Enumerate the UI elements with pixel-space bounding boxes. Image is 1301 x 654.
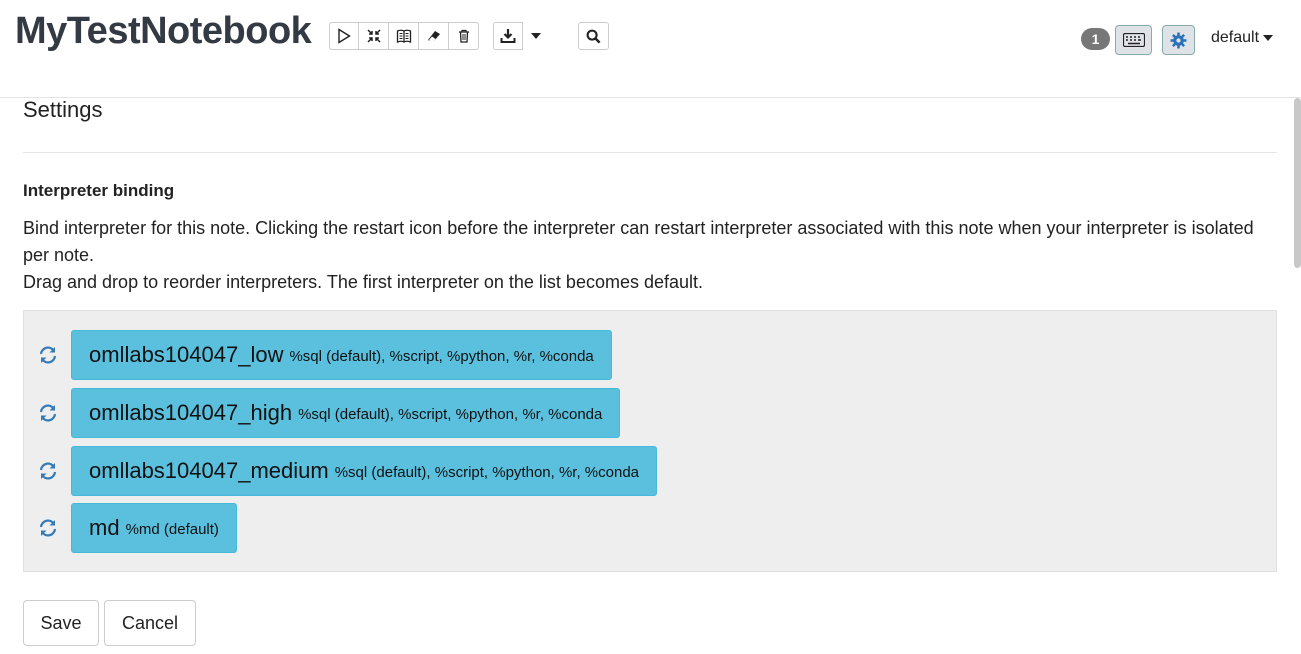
search-icon [586,29,601,43]
keyboard-shortcuts-button[interactable] [1115,25,1152,55]
settings-panel: Settings Interpreter binding Bind interp… [23,97,1277,654]
search-button[interactable] [578,22,609,50]
save-button[interactable]: Save [23,600,99,646]
run-all-icon [338,28,351,44]
notebook-header: MyTestNotebook 1 default [0,0,1301,98]
restart-icon[interactable] [37,344,59,366]
description-line: Bind interpreter for this note. Clicking… [23,218,1254,265]
delete-note-button[interactable] [449,22,479,50]
description-line: Drag and drop to reorder interpreters. T… [23,272,704,292]
note-settings-button[interactable] [1162,25,1195,55]
user-menu-label: default [1211,29,1260,46]
interpreter-langs: %sql (default), %script, %python, %r, %c… [289,348,594,365]
export-button[interactable] [493,22,523,50]
interpreter-name: omllabs104047_high [89,400,293,425]
restart-icon[interactable] [37,460,59,482]
caret-down-icon [1263,35,1274,41]
settings-title: Settings [23,97,103,122]
interpreter-list: omllabs104047_low %sql (default), %scrip… [23,310,1277,572]
restart-icon[interactable] [37,517,59,539]
collapse-icon [366,29,381,43]
toggle-output-button[interactable] [389,22,419,50]
divider [23,152,1277,153]
interpreter-binding-heading: Interpreter binding [23,181,175,200]
eraser-icon [427,31,440,41]
keyboard-icon [1122,33,1145,47]
interpreter-item[interactable]: omllabs104047_medium %sql (default), %sc… [71,446,658,496]
book-icon [396,29,411,43]
restart-icon[interactable] [37,402,59,424]
caret-down-icon [531,33,541,39]
interpreter-item[interactable]: omllabs104047_low %sql (default), %scrip… [71,330,612,380]
trash-icon [458,29,469,43]
interpreter-name: omllabs104047_medium [89,458,329,483]
interpreter-langs: %sql (default), %script, %python, %r, %c… [334,464,640,481]
cancel-button[interactable]: Cancel [104,600,196,646]
connected-users-badge: 1 [1081,28,1110,50]
interpreter-langs: %sql (default), %script, %python, %r, %c… [298,406,603,423]
page-scrollbar[interactable] [1294,98,1301,268]
user-menu[interactable]: default [1211,29,1274,47]
notebook-title[interactable]: MyTestNotebook [15,10,312,53]
interpreter-item[interactable]: md %md (default) [71,503,237,553]
collapse-button[interactable] [359,22,389,50]
interpreter-item[interactable]: omllabs104047_high %sql (default), %scri… [71,388,621,438]
export-dropdown-toggle[interactable] [527,22,545,50]
download-icon [500,29,516,43]
notebook-toolbar [329,22,479,50]
interpreter-name: md [89,515,120,540]
interpreter-langs: %md (default) [125,521,219,538]
interpreter-binding-description: Bind interpreter for this note. Clicking… [23,215,1273,296]
run-all-button[interactable] [329,22,359,50]
interpreter-name: omllabs104047_low [89,342,284,367]
clear-output-button[interactable] [419,22,449,50]
gear-icon [1170,32,1187,48]
